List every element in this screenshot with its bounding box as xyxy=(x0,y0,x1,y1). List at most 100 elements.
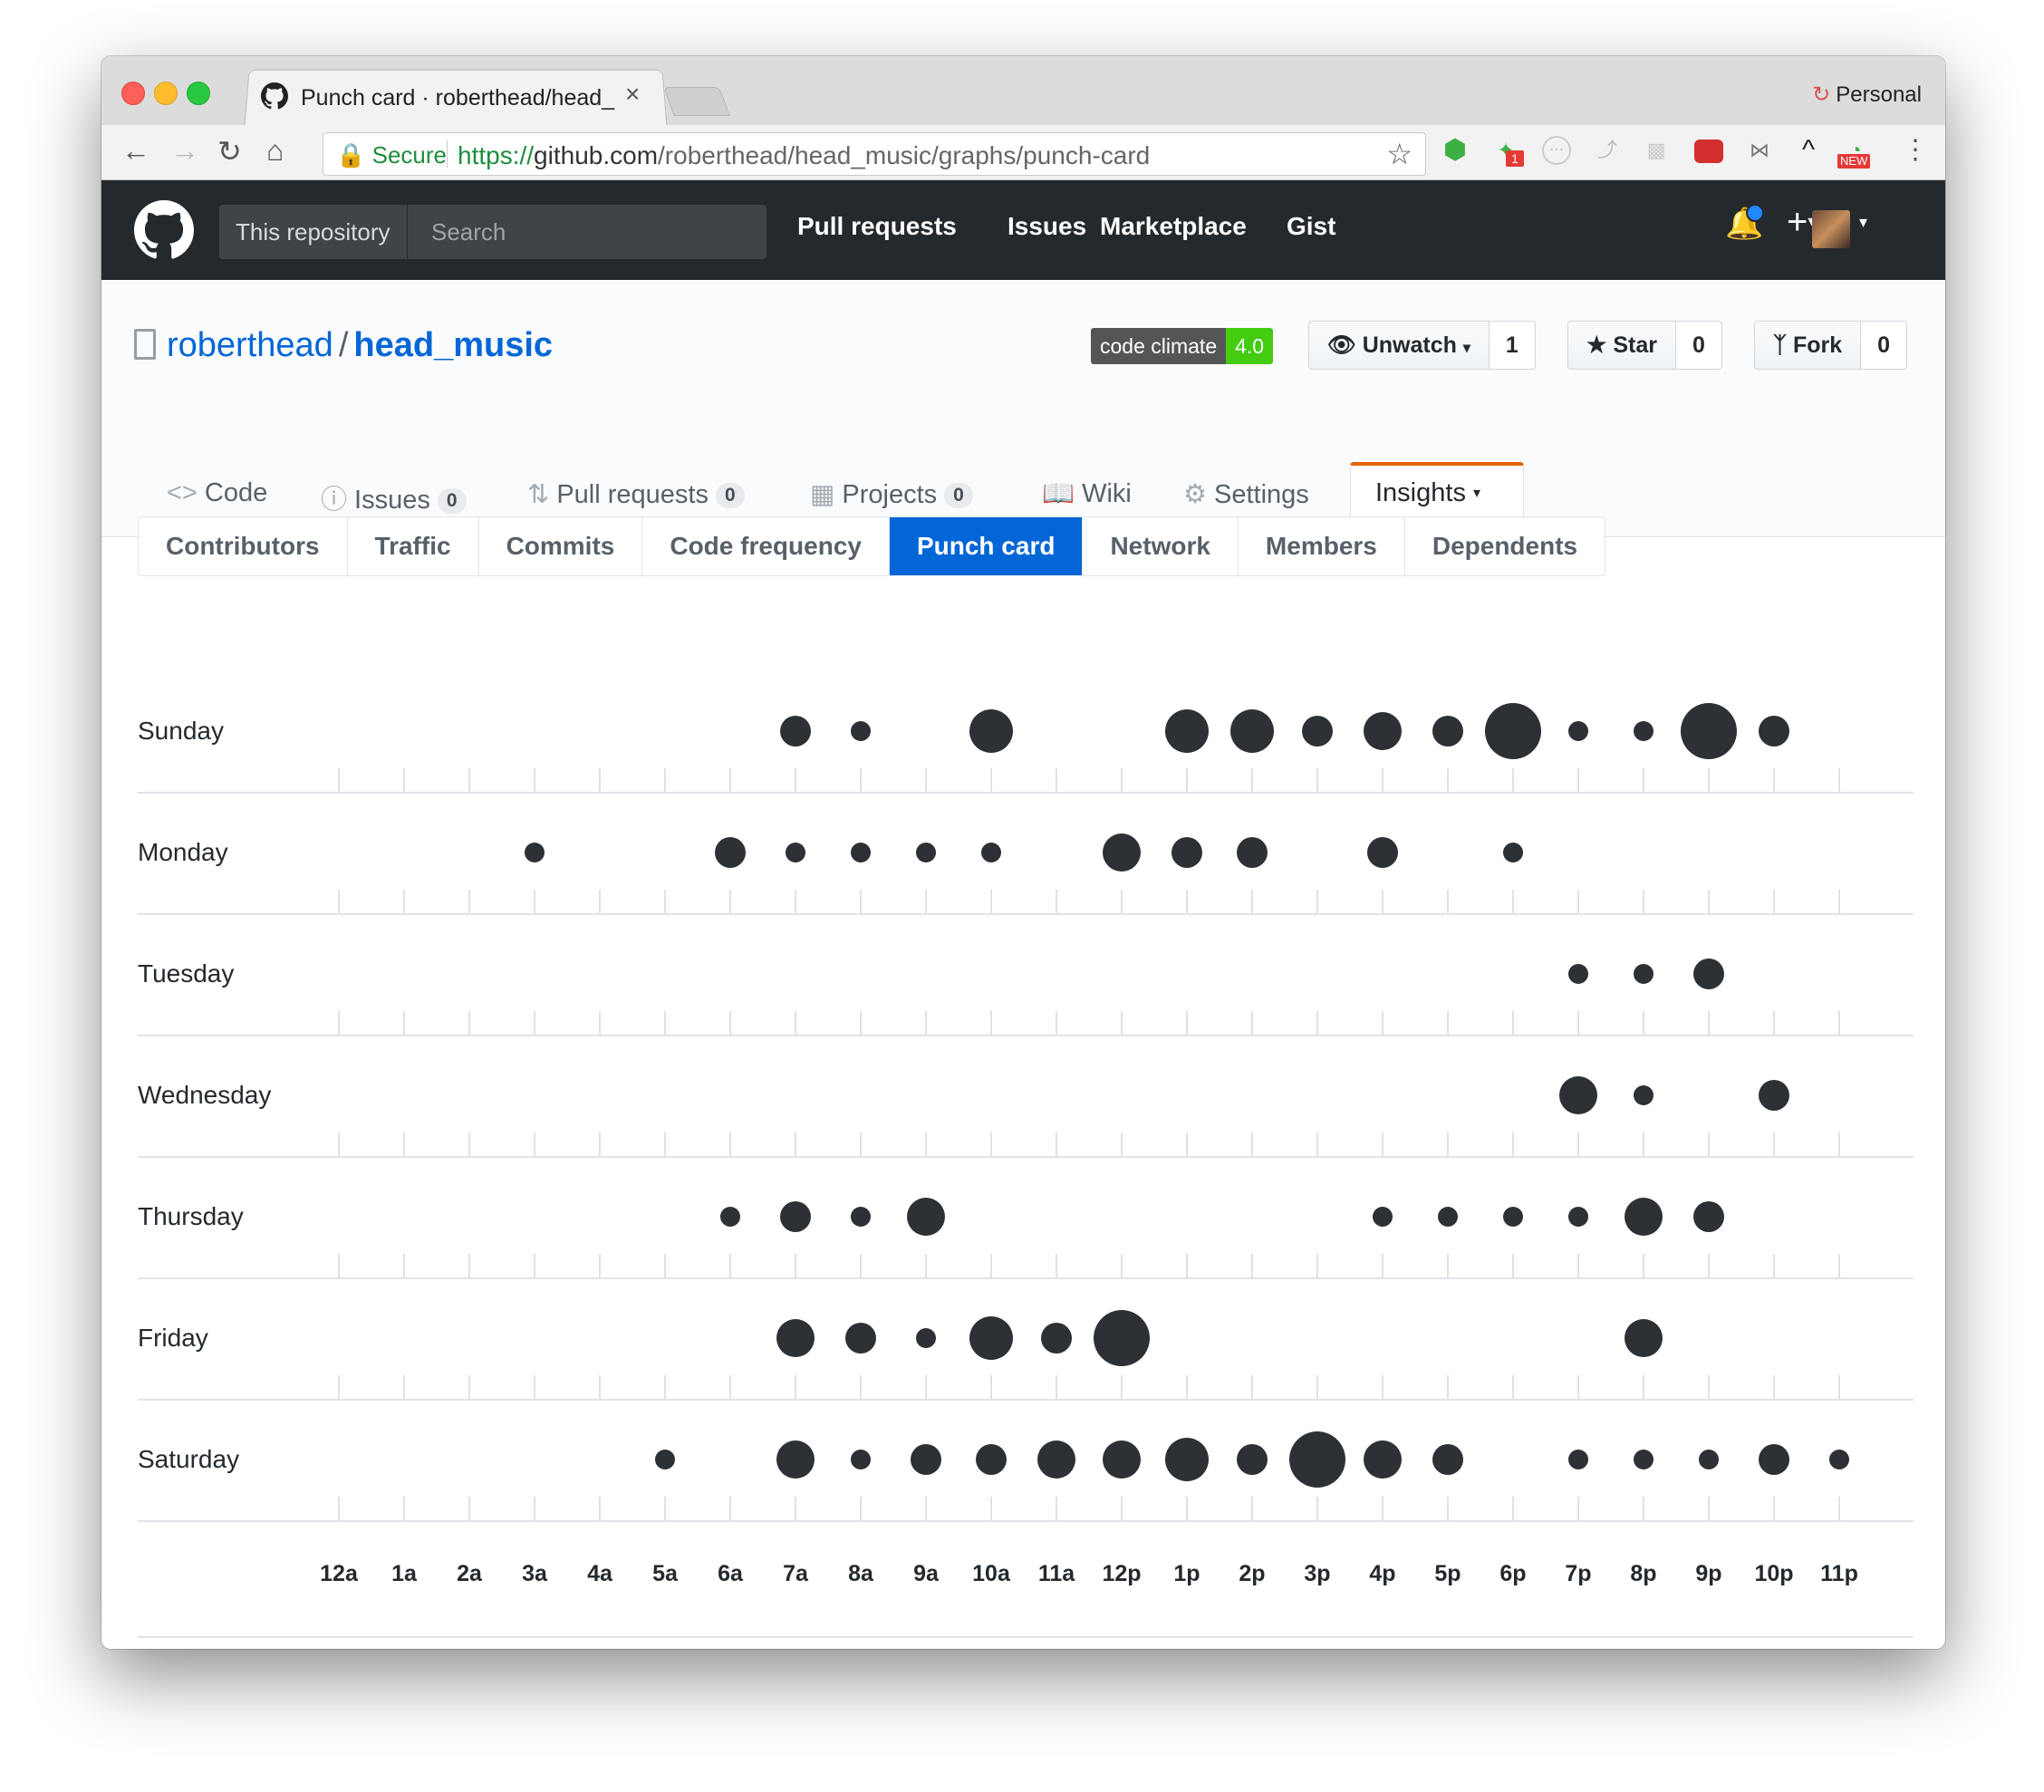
punch-dot-thursday-8p[interactable] xyxy=(1625,1198,1663,1236)
punch-dot-sunday-7p[interactable] xyxy=(1568,721,1588,741)
punch-dot-sunday-2p[interactable] xyxy=(1230,709,1274,753)
punch-dot-saturday-9p[interactable] xyxy=(1699,1450,1719,1469)
extension-puzzle-icon[interactable]: ✦1 xyxy=(1491,136,1524,167)
punch-dot-sunday-1p[interactable] xyxy=(1165,709,1209,753)
extension-new-icon[interactable]: ◔ NEW xyxy=(1837,136,1871,169)
punch-dot-saturday-3p[interactable] xyxy=(1289,1431,1345,1488)
header-nav-marketplace[interactable]: Marketplace xyxy=(1100,212,1247,241)
back-arrow-icon[interactable]: ← xyxy=(121,134,150,168)
punch-dot-monday-3a[interactable] xyxy=(525,843,545,862)
punch-dot-monday-2p[interactable] xyxy=(1237,837,1268,868)
tab-wiki[interactable]: 📖 Wiki xyxy=(1042,478,1132,509)
github-logo-icon[interactable] xyxy=(134,200,194,260)
extension-chat-icon[interactable]: ▩ xyxy=(1642,136,1671,165)
minimize-window-button[interactable] xyxy=(154,82,178,105)
punch-dot-sunday-4p[interactable] xyxy=(1364,712,1402,750)
extension-icon[interactable]: ⬢ xyxy=(1441,136,1470,165)
repo-owner-link[interactable]: roberthead xyxy=(167,326,333,364)
punch-dot-sunday-10p[interactable] xyxy=(1759,716,1789,747)
punch-dot-saturday-5p[interactable] xyxy=(1432,1444,1463,1475)
unwatch-button[interactable]: 👁 Unwatch ▾ xyxy=(1308,321,1490,370)
punch-dot-tuesday-8p[interactable] xyxy=(1634,964,1654,984)
fork-button[interactable]: ᛉ Fork xyxy=(1754,321,1862,370)
punch-dot-sunday-8a[interactable] xyxy=(851,721,871,741)
subnav-punch-card[interactable]: Punch card xyxy=(889,517,1084,575)
punch-dot-thursday-9p[interactable] xyxy=(1693,1201,1724,1232)
punch-dot-monday-12p[interactable] xyxy=(1103,833,1141,872)
subnav-dependents[interactable]: Dependents xyxy=(1404,517,1605,575)
tab-settings[interactable]: ⚙ Settings xyxy=(1183,478,1309,510)
punch-dot-wednesday-10p[interactable] xyxy=(1759,1080,1789,1111)
new-tab-button[interactable] xyxy=(663,87,730,116)
star-button[interactable]: ★ Star xyxy=(1567,321,1677,370)
subnav-network[interactable]: Network xyxy=(1083,517,1239,575)
punch-dot-thursday-4p[interactable] xyxy=(1373,1207,1393,1227)
bookmark-star-icon[interactable]: ☆ xyxy=(1386,137,1412,171)
punch-dot-thursday-7p[interactable] xyxy=(1568,1207,1588,1227)
header-nav-pull-requests[interactable]: Pull requests xyxy=(797,212,957,241)
punch-dot-monday-6p[interactable] xyxy=(1503,843,1523,862)
extension-bookmark-icon[interactable]: ⋈ xyxy=(1745,136,1774,165)
punch-dot-friday-9a[interactable] xyxy=(916,1328,936,1348)
punch-dot-tuesday-7p[interactable] xyxy=(1568,964,1588,984)
tab-issues[interactable]: ⓘ Issues 0 xyxy=(321,478,467,516)
home-icon[interactable]: ⌂ xyxy=(266,134,284,168)
punch-dot-friday-8a[interactable] xyxy=(845,1323,876,1354)
punch-dot-monday-9a[interactable] xyxy=(916,843,936,862)
extension-red-icon[interactable] xyxy=(1694,140,1723,163)
punch-dot-saturday-8a[interactable] xyxy=(851,1450,871,1469)
punch-dot-sunday-5p[interactable] xyxy=(1432,716,1463,747)
punch-dot-sunday-7a[interactable] xyxy=(780,716,811,747)
address-bar[interactable]: 🔒 Secure https://github.com/roberthead/h… xyxy=(323,132,1426,176)
punch-dot-thursday-5p[interactable] xyxy=(1438,1207,1458,1227)
reload-icon[interactable]: ↻ xyxy=(217,134,242,169)
punch-dot-thursday-8a[interactable] xyxy=(851,1207,871,1227)
forward-arrow-icon[interactable]: → xyxy=(170,134,199,168)
punch-dot-sunday-9p[interactable] xyxy=(1681,703,1737,759)
header-search[interactable]: This repository Search xyxy=(219,205,766,259)
punch-dot-saturday-10a[interactable] xyxy=(976,1444,1007,1475)
punch-dot-saturday-11p[interactable] xyxy=(1829,1450,1849,1469)
punch-dot-friday-10a[interactable] xyxy=(969,1316,1013,1360)
punch-dot-monday-1p[interactable] xyxy=(1171,837,1202,868)
chevron-down-icon[interactable]: ▾ xyxy=(1859,213,1867,232)
subnav-traffic[interactable]: Traffic xyxy=(347,517,479,575)
punch-dot-saturday-5a[interactable] xyxy=(655,1450,675,1469)
cast-icon[interactable]: ⤴ xyxy=(1593,136,1622,165)
repo-name-link[interactable]: head_music xyxy=(353,326,553,364)
punch-dot-sunday-6p[interactable] xyxy=(1485,703,1541,759)
punch-dot-sunday-10a[interactable] xyxy=(969,709,1013,753)
subnav-contributors[interactable]: Contributors xyxy=(139,517,348,575)
extension-wave-icon[interactable]: ^ xyxy=(1794,136,1823,165)
browser-menu-icon[interactable]: ⋮ xyxy=(1901,136,1930,165)
punch-dot-monday-10a[interactable] xyxy=(981,843,1001,862)
punch-dot-saturday-7p[interactable] xyxy=(1568,1450,1588,1469)
stargazers-count[interactable]: 0 xyxy=(1676,321,1722,370)
punch-dot-saturday-2p[interactable] xyxy=(1237,1444,1268,1475)
punch-dot-monday-7a[interactable] xyxy=(786,843,805,862)
watchers-count[interactable]: 1 xyxy=(1489,321,1536,370)
header-nav-issues[interactable]: Issues xyxy=(1008,212,1086,241)
punch-dot-friday-8p[interactable] xyxy=(1625,1319,1663,1357)
subnav-members[interactable]: Members xyxy=(1238,517,1405,575)
punch-dot-saturday-7a[interactable] xyxy=(776,1440,815,1479)
punch-dot-tuesday-9p[interactable] xyxy=(1693,959,1724,989)
punch-dot-wednesday-7p[interactable] xyxy=(1559,1076,1597,1114)
tab-pull-requests[interactable]: ⇅ Pull requests 0 xyxy=(527,478,745,510)
punch-dot-thursday-9a[interactable] xyxy=(907,1198,945,1236)
punch-dot-thursday-6a[interactable] xyxy=(720,1207,740,1227)
tab-projects[interactable]: ▦ Projects 0 xyxy=(810,478,973,510)
punch-dot-monday-6a[interactable] xyxy=(715,837,746,868)
avatar[interactable] xyxy=(1812,210,1850,248)
forks-count[interactable]: 0 xyxy=(1861,321,1908,370)
subnav-code-frequency[interactable]: Code frequency xyxy=(642,517,890,575)
tab-code[interactable]: <> Code xyxy=(167,478,267,508)
extension-json-icon[interactable]: ⋯ xyxy=(1542,136,1571,165)
punch-dot-friday-11a[interactable] xyxy=(1041,1323,1072,1354)
punch-dot-saturday-4p[interactable] xyxy=(1364,1440,1402,1479)
punch-dot-saturday-8p[interactable] xyxy=(1634,1450,1654,1469)
punch-dot-monday-4p[interactable] xyxy=(1367,837,1398,868)
punch-dot-saturday-12p[interactable] xyxy=(1103,1440,1141,1479)
maximize-window-button[interactable] xyxy=(187,82,210,105)
punch-dot-friday-12p[interactable] xyxy=(1094,1310,1150,1366)
